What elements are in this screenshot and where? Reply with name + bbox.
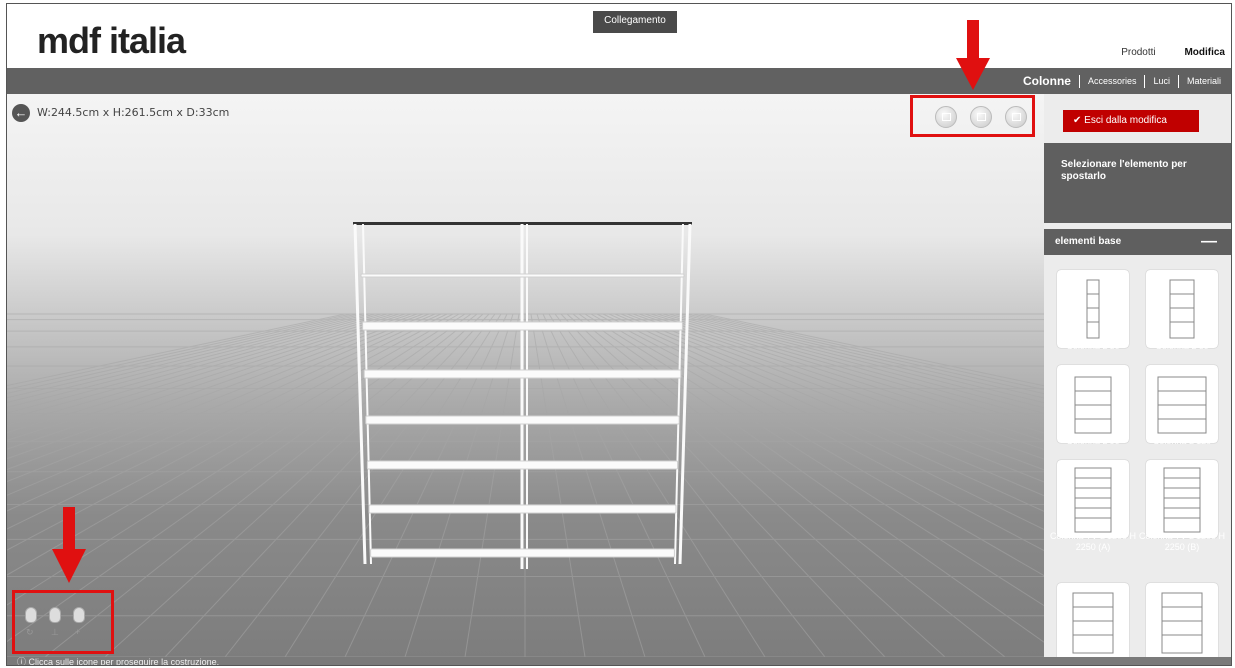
3d-viewport[interactable]: ← W:244.5cm x H:261.5cm x D:33cm	[7, 94, 1044, 657]
mouse-controls-highlight: ↻ ⊥ +	[12, 590, 114, 654]
item-thumbnail[interactable]	[1057, 583, 1129, 657]
top-nav: Prodotti Modifica	[1095, 47, 1225, 58]
divider	[1144, 74, 1146, 88]
shelf-board[interactable]	[365, 415, 680, 425]
nav-modifica[interactable]: Modifica	[1184, 47, 1225, 58]
item-label: Colonna TV L 1200 H 2250 (B)	[1138, 531, 1226, 552]
annotation-arrow-down-icon	[956, 20, 990, 90]
subnav-luci[interactable]: Luci	[1153, 76, 1170, 86]
subnav: Colonne Accessories Luci Materiali	[1023, 74, 1221, 88]
tilt-mouse-icon[interactable]	[49, 607, 61, 623]
shelf-board[interactable]	[363, 369, 682, 379]
shelf-thumbnail-icon	[1074, 376, 1112, 434]
pan-icon: +	[75, 627, 81, 637]
pan-mouse-icon[interactable]	[73, 607, 85, 623]
back-arrow-icon[interactable]: ←	[12, 104, 30, 122]
subnav-accessories[interactable]: Accessories	[1088, 76, 1137, 86]
divider	[1078, 74, 1080, 88]
dimensions-label: W:244.5cm x H:261.5cm x D:33cm	[37, 106, 230, 119]
item-label: Colonna L 30	[1066, 341, 1120, 351]
shelf-thumbnail-icon	[1086, 279, 1100, 339]
brand-logo[interactable]: mdf italia	[37, 20, 186, 62]
subnav-materiali[interactable]: Materiali	[1187, 76, 1221, 86]
shelf-thumbnail-icon	[1169, 279, 1195, 339]
tilt-icon: ⊥	[51, 627, 59, 637]
header: mdf italia Collegamento Prodotti Modific…	[7, 4, 1231, 68]
shelf-board[interactable]	[370, 548, 675, 558]
subnav-colonne[interactable]: Colonne	[1023, 74, 1071, 88]
shelf-board[interactable]	[360, 273, 685, 278]
item-colonna-l90[interactable]	[1057, 365, 1129, 443]
category-nav-bar: Colonne Accessories Luci Materiali	[7, 68, 1231, 94]
hint-text: Selezionare l'elemento per spostarlo	[1044, 143, 1231, 223]
shelf-thumbnail-icon	[1072, 592, 1114, 654]
item-label: Colonna TV L 1200 H 2250 (A)	[1049, 531, 1137, 552]
shelf-thumbnail-icon	[1161, 592, 1203, 654]
collegamento-tab[interactable]: Collegamento	[593, 11, 677, 33]
item-label: Colonna L 60	[1155, 341, 1209, 351]
shelf-board[interactable]	[362, 321, 683, 331]
front-view-icon[interactable]	[935, 106, 957, 128]
rotate-mouse-icon[interactable]	[25, 607, 37, 623]
3d-view-icon[interactable]	[1005, 106, 1027, 128]
category-title: elementi base	[1055, 236, 1122, 247]
item-colonna-tv-a[interactable]	[1057, 460, 1129, 538]
item-colonna-l30[interactable]	[1057, 270, 1129, 348]
view-buttons-highlight	[910, 95, 1035, 137]
rotate-icon: ↻	[26, 627, 34, 637]
floor-grid	[7, 222, 1044, 657]
collapse-icon[interactable]: —	[1201, 229, 1217, 255]
item-thumbnail[interactable]	[1146, 583, 1218, 657]
divider	[1177, 74, 1179, 88]
shelf-board[interactable]	[368, 504, 677, 514]
item-label: Colonna L 90	[1066, 436, 1120, 446]
app-frame: mdf italia Collegamento Prodotti Modific…	[6, 3, 1232, 666]
right-panel: ✔ Esci dalla modifica Selezionare l'elem…	[1044, 94, 1231, 657]
item-colonna-l120[interactable]	[1146, 365, 1218, 443]
exit-edit-button[interactable]: ✔ Esci dalla modifica	[1063, 110, 1199, 132]
category-header[interactable]: elementi base —	[1044, 229, 1231, 255]
shelf-thumbnail-icon	[1163, 467, 1201, 533]
nav-prodotti[interactable]: Prodotti	[1121, 47, 1155, 58]
item-label: Colonna L 120	[1152, 436, 1212, 446]
item-colonna-tv-b[interactable]	[1146, 460, 1218, 538]
item-grid: Colonna L 30 Colonna L 60 Colonna L 90 C…	[1044, 255, 1231, 657]
item-colonna-l60[interactable]	[1146, 270, 1218, 348]
status-bar: ⓘ Clicca sulle icone per proseguire la c…	[7, 657, 1231, 665]
shelf-thumbnail-icon	[1074, 467, 1112, 533]
annotation-arrow-down-icon	[52, 507, 86, 583]
side-view-icon[interactable]	[970, 106, 992, 128]
shelf-board[interactable]	[366, 460, 679, 470]
shelf-thumbnail-icon	[1157, 376, 1207, 434]
